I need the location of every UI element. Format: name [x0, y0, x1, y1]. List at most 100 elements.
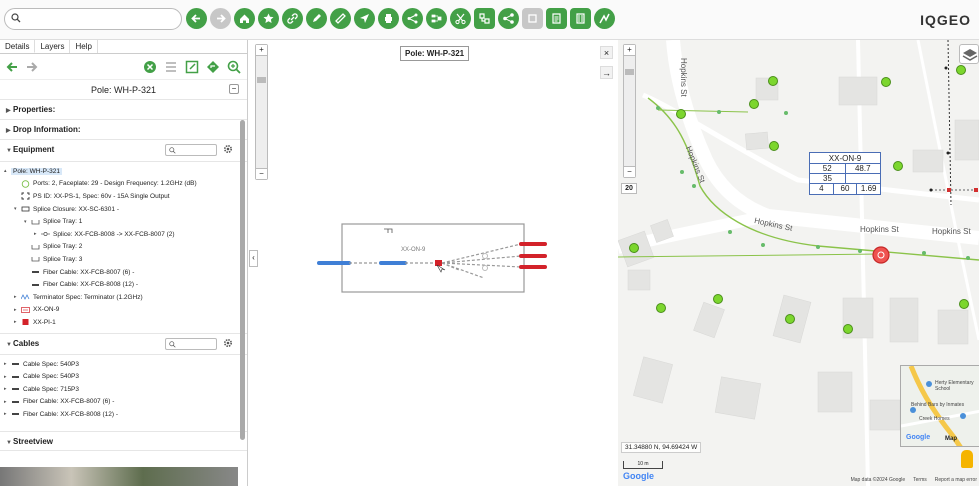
tree-item[interactable]: ▸ Splice: XX-FCB-8008 -> XX-FCB-8007 (2) [0, 228, 247, 241]
connector-node[interactable] [482, 265, 488, 271]
tree-item[interactable]: ▾ Splice Tray: 1 [0, 215, 247, 228]
tree-item[interactable]: Splice Tray: 3 [0, 253, 247, 266]
pencil-tool-button[interactable] [306, 8, 327, 29]
tree-toggle-icon[interactable]: ▸ [14, 319, 21, 325]
home-tool-button[interactable] [234, 8, 255, 29]
tree-item[interactable]: ▸ Cable Spec: 715P3 [0, 383, 247, 396]
star-tool-button[interactable] [258, 8, 279, 29]
list-tool-button[interactable] [570, 8, 591, 29]
tree-toggle-icon[interactable]: ▾ [14, 206, 21, 212]
search-input[interactable] [23, 12, 175, 27]
terms-link[interactable]: Terms [913, 477, 927, 483]
tab-layers[interactable]: Layers [35, 40, 71, 53]
map-view[interactable]: Hopkins St Hopkins St Hopkins St Hopkins… [618, 40, 979, 486]
tree-item-label: Splice Tray: 1 [43, 218, 83, 226]
tree-item[interactable]: ▾ Splice Closure: XX-SC-6301 - [0, 203, 247, 216]
tree-item[interactable]: Fiber Cable: XX-FCB-8008 (12) - [0, 278, 247, 291]
zoom-in-button[interactable]: + [624, 45, 635, 56]
zoom-handle[interactable] [257, 77, 266, 83]
zoom-handle[interactable] [625, 69, 634, 75]
section-properties[interactable]: ▶ Properties: [0, 100, 247, 120]
tree-toggle-icon[interactable]: ▸ [4, 374, 11, 380]
print-tool-button[interactable] [378, 8, 399, 29]
forward-tool-button[interactable] [210, 8, 231, 29]
tree-toggle-icon[interactable]: ▸ [14, 294, 21, 300]
tree-toggle-icon[interactable]: ▸ [34, 231, 41, 237]
tree-item[interactable]: Splice Tray: 2 [0, 241, 247, 254]
network-tool-button[interactable] [426, 8, 447, 29]
close-button[interactable]: × [600, 46, 613, 59]
schematic-zoom-slider[interactable]: + − [255, 44, 268, 180]
signal-tool-button[interactable] [594, 8, 615, 29]
section-cables[interactable]: ▼Cables [0, 332, 247, 355]
equipment-filter-input[interactable] [165, 144, 217, 156]
scissors-tool-button[interactable] [450, 8, 471, 29]
panel-toggle-button[interactable]: ‹ [249, 250, 258, 267]
collapse-button[interactable]: − [229, 84, 239, 94]
onbox-icon [21, 306, 30, 314]
selected-pole-marker[interactable] [872, 246, 890, 264]
connect-tool-button[interactable] [498, 8, 519, 29]
tree-item[interactable]: ▴ Pole: WH-P-321 [0, 165, 247, 178]
share-tool-button[interactable] [402, 8, 423, 29]
table-cell: 60 [834, 184, 858, 194]
directions-icon[interactable] [206, 60, 220, 74]
cables-filter-input[interactable] [165, 337, 217, 350]
back-arrow-icon[interactable] [6, 61, 18, 73]
tree-item[interactable]: ▸ Cable Spec: 540P3 [0, 370, 247, 383]
disabled-tool-button[interactable] [522, 8, 543, 29]
streetview-image[interactable] [0, 467, 238, 486]
connector-node[interactable] [482, 253, 488, 259]
zoom-out-button[interactable]: − [624, 166, 635, 177]
network-trace-tool-button[interactable] [474, 8, 495, 29]
list-icon[interactable] [164, 60, 178, 74]
link-tool-button[interactable] [282, 8, 303, 29]
document-tool-button[interactable] [546, 8, 567, 29]
next-button[interactable]: → [600, 66, 613, 79]
node-info-table[interactable]: XX-ON-9 52 48.7 35 4 60 1.69 [809, 152, 881, 195]
tree-toggle-icon[interactable]: ▸ [14, 307, 21, 313]
zoom-out-button[interactable]: − [256, 168, 267, 179]
tree-toggle-icon[interactable]: ▸ [4, 399, 11, 405]
map-type-label[interactable]: Map [945, 436, 957, 442]
layers-icon[interactable] [959, 44, 979, 64]
tree-toggle-icon[interactable]: ▸ [4, 361, 11, 367]
tree-item[interactable]: ▸ Fiber Cable: XX-FCB-8007 (6) - [0, 396, 247, 409]
tree-toggle-icon[interactable]: ▾ [24, 219, 31, 225]
street-label: Hopkins St [932, 227, 971, 236]
panel-scrollbar[interactable] [240, 120, 245, 440]
tree-toggle-icon[interactable]: ▸ [4, 411, 11, 417]
tab-details[interactable]: Details [0, 40, 36, 53]
tree-item[interactable]: ▸ XX-PI-1 [0, 316, 247, 329]
navigate-tool-button[interactable] [354, 8, 375, 29]
back-tool-button[interactable] [186, 8, 207, 29]
tab-help[interactable]: Help [70, 40, 98, 53]
forward-arrow-icon[interactable] [26, 61, 38, 73]
tree-item[interactable]: ▸ Fiber Cable: XX-FCB-8008 (12) - [0, 408, 247, 421]
section-drop-info[interactable]: ▶ Drop Information: [0, 120, 247, 140]
splice-point[interactable] [435, 260, 442, 266]
tree-item[interactable]: ▸ Terminator Spec: Terminator (1.2GHz) [0, 291, 247, 304]
collapse-icon: ▼ [6, 148, 12, 154]
zoom-in-button[interactable]: + [256, 45, 267, 56]
gear-icon[interactable] [223, 338, 233, 348]
map-zoom-slider[interactable]: + − [623, 44, 636, 178]
search-box[interactable] [4, 8, 182, 30]
tree-toggle-icon[interactable]: ▴ [4, 168, 11, 174]
gear-icon[interactable] [223, 144, 233, 154]
tree-toggle-icon[interactable]: ▸ [4, 386, 11, 392]
report-error-link[interactable]: Report a map error [935, 477, 977, 483]
tree-item[interactable]: Fiber Cable: XX-FCB-8007 (6) - [0, 266, 247, 279]
clear-icon[interactable] [143, 60, 157, 74]
ruler-tool-button[interactable] [330, 8, 351, 29]
section-streetview[interactable]: ▼Streetview [0, 430, 247, 451]
pegman-icon[interactable] [961, 450, 973, 468]
tree-item[interactable]: ▸ Cable Spec: 540P3 [0, 358, 247, 371]
tree-item[interactable]: PS ID: XX-PS-1, Spec: 60v - 15A Single O… [0, 190, 247, 203]
zoom-to-icon[interactable] [227, 60, 241, 74]
tree-item[interactable]: ▸ XX-ON-9 [0, 304, 247, 317]
tree-item[interactable]: Ports: 2, Faceplate: 29 - Design Frequen… [0, 178, 247, 191]
edit-icon[interactable] [185, 60, 199, 74]
section-equipment[interactable]: ▼Equipment [0, 140, 247, 162]
overview-map[interactable]: Herty Elementary School Behind Bars by I… [900, 365, 979, 447]
